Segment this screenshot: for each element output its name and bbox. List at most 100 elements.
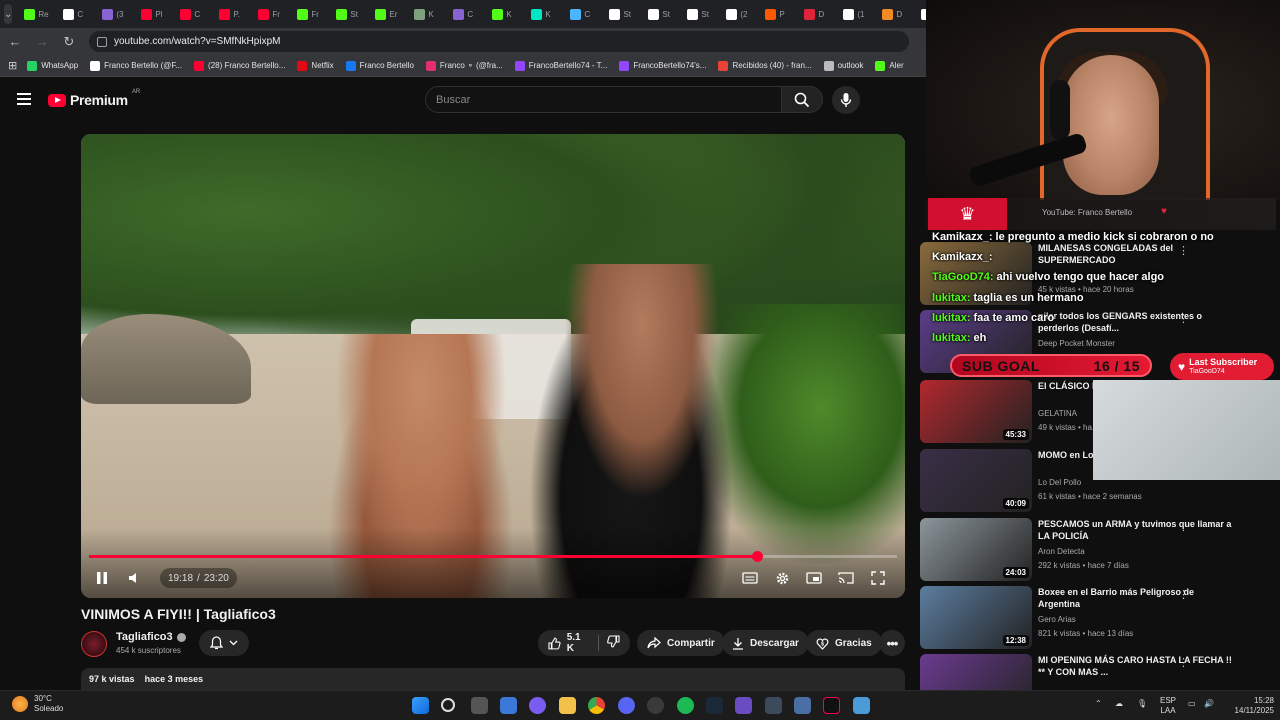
youtube-premium-logo[interactable]: Premium AR xyxy=(48,89,140,108)
tiktok-icon[interactable] xyxy=(823,697,840,714)
more-vertical-icon[interactable]: ⋮ xyxy=(1178,656,1189,669)
network-icon[interactable]: ▭ xyxy=(1188,699,1196,709)
volume-button[interactable] xyxy=(123,566,147,590)
apps-icon[interactable]: ⊞ xyxy=(8,59,17,72)
recommended-title[interactable]: MILANESAS CONGELADAS del SUPERMERCADO xyxy=(1038,242,1238,266)
more-actions-button[interactable]: ••• xyxy=(879,630,905,656)
app-icon[interactable] xyxy=(647,697,664,714)
search-icon[interactable] xyxy=(441,698,455,712)
browser-tab[interactable]: K xyxy=(410,3,447,25)
cast-button[interactable] xyxy=(834,566,858,590)
browser-tab[interactable]: (3 xyxy=(98,3,135,25)
bookmark-item[interactable]: Recibidos (40) - fran... xyxy=(718,60,812,71)
bookmark-item[interactable]: Franco Bertello (@F... xyxy=(90,60,182,71)
weather-widget[interactable]: 30°C Soleado xyxy=(12,694,63,714)
browser-tab[interactable]: D xyxy=(878,3,915,25)
subtitles-button[interactable] xyxy=(738,566,762,590)
cloud-icon[interactable]: ☁ xyxy=(1115,699,1123,709)
app-grid-icon[interactable] xyxy=(765,697,782,714)
tab-search-icon[interactable]: ⌄ xyxy=(4,4,13,24)
browser-tab[interactable]: St xyxy=(644,3,681,25)
search-input[interactable]: Buscar xyxy=(425,86,782,113)
task-view-icon[interactable] xyxy=(471,697,488,714)
notepad-icon[interactable] xyxy=(853,697,870,714)
browser-tab[interactable]: St xyxy=(683,3,720,25)
recommended-channel[interactable]: Gero Arias xyxy=(1038,615,1076,624)
browser-tab[interactable]: C xyxy=(176,3,213,25)
video-thumbnail[interactable]: 24:03 xyxy=(920,518,1032,581)
browser-tab[interactable]: Re xyxy=(20,3,57,25)
address-bar[interactable]: youtube.com/watch?v=SMfNkHpixpM xyxy=(89,31,909,52)
bookmark-item[interactable]: Aler xyxy=(875,60,904,71)
recommended-video[interactable]: 12:38 Boxee en el Barrio más Peligroso de… xyxy=(920,586,1260,650)
microphone-tray-icon[interactable]: 🎙 xyxy=(1137,699,1147,709)
video-player[interactable]: 19:18 / 23:20 xyxy=(81,134,905,598)
more-vertical-icon[interactable]: ⋮ xyxy=(1178,244,1189,257)
channel-avatar[interactable] xyxy=(81,631,107,657)
bookmark-item[interactable]: outlook xyxy=(823,60,863,71)
fullscreen-button[interactable] xyxy=(866,566,890,590)
remote-desktop-icon[interactable] xyxy=(794,697,811,714)
more-vertical-icon[interactable]: ⋮ xyxy=(1178,588,1189,601)
recommended-title[interactable]: Boxee en el Barrio más Peligroso de Arge… xyxy=(1038,586,1238,610)
recommended-title[interactable]: pilar todos los GENGARS existentes o per… xyxy=(1038,310,1238,334)
browser-tab[interactable]: P. xyxy=(215,3,252,25)
recommended-video[interactable]: 24:03 PESCAMOS un ARMA y tuvimos que llam… xyxy=(920,518,1260,582)
bookmark-item[interactable]: (28) Franco Bertello... xyxy=(194,60,285,71)
video-thumbnail[interactable]: 12:38 xyxy=(920,586,1032,649)
site-info-icon[interactable] xyxy=(97,36,107,47)
video-thumbnail[interactable]: 40:09 xyxy=(920,449,1032,512)
browser-tab[interactable]: C xyxy=(449,3,486,25)
search-button[interactable] xyxy=(781,86,823,113)
clock[interactable]: 15:28 14/11/2025 xyxy=(1226,696,1274,716)
more-vertical-icon[interactable]: ⋮ xyxy=(1178,312,1189,325)
forward-icon[interactable]: → xyxy=(30,30,54,54)
settings-button[interactable] xyxy=(770,566,794,590)
more-vertical-icon[interactable]: ⋮ xyxy=(1178,520,1189,533)
share-button[interactable]: Compartir xyxy=(637,630,725,656)
video-thumbnail[interactable]: 45:33 xyxy=(920,380,1032,443)
channel-name[interactable]: Tagliafico3 xyxy=(116,631,186,643)
steam-icon[interactable] xyxy=(706,697,723,714)
file-explorer-icon[interactable] xyxy=(559,697,576,714)
discord-icon[interactable] xyxy=(618,697,635,714)
show-hidden-icons[interactable]: ⌃ xyxy=(1095,699,1102,709)
download-button[interactable]: Descargar xyxy=(722,630,809,656)
recommended-channel[interactable]: Deep Pocket Monster xyxy=(1038,339,1115,348)
browser-tab[interactable]: C xyxy=(566,3,603,25)
menu-icon[interactable] xyxy=(17,93,31,105)
notifications-button[interactable] xyxy=(199,630,249,656)
browser-tab[interactable]: Fr xyxy=(254,3,291,25)
miniplayer-button[interactable] xyxy=(802,566,826,590)
browser-tab[interactable]: (1 xyxy=(839,3,876,25)
dislike-button[interactable] xyxy=(607,635,620,651)
thanks-button[interactable]: $ Gracias xyxy=(806,630,882,656)
bookmark-item[interactable]: Netflix xyxy=(297,60,334,71)
recommended-channel[interactable]: Aron Detecta xyxy=(1038,547,1085,556)
progress-bar[interactable] xyxy=(89,551,897,562)
back-icon[interactable]: ← xyxy=(3,30,27,54)
bookmark-item[interactable]: WhatsApp xyxy=(27,60,78,71)
bookmark-item[interactable]: Franco Bertello xyxy=(345,60,414,71)
browser-tab[interactable]: K xyxy=(488,3,525,25)
browser-tab[interactable]: D xyxy=(800,3,837,25)
browser-tab[interactable]: C xyxy=(59,3,96,25)
browser-tab[interactable]: (2 xyxy=(722,3,759,25)
bookmark-item[interactable]: FrancoBertello74 - T... xyxy=(514,60,607,71)
reload-icon[interactable]: ↻ xyxy=(57,30,81,54)
browser-tab[interactable]: P xyxy=(761,3,798,25)
recommended-title[interactable]: MI OPENING MÁS CARO HASTA LA FECHA !! **… xyxy=(1038,654,1238,678)
like-button[interactable]: 5.1 K xyxy=(548,632,590,654)
recommended-title[interactable]: PESCAMOS un ARMA y tuvimos que llamar a … xyxy=(1038,518,1238,542)
chrome-icon[interactable] xyxy=(588,697,605,714)
browser-tab[interactable]: (2 xyxy=(917,3,926,25)
browser-tab[interactable]: St xyxy=(332,3,369,25)
browser-tab[interactable]: Pl xyxy=(137,3,174,25)
app-triangle-icon[interactable] xyxy=(735,697,752,714)
spotify-icon[interactable] xyxy=(677,697,694,714)
bookmark-item[interactable]: Franco ⚬ (@fra... xyxy=(425,60,503,71)
app-circle-icon[interactable] xyxy=(529,697,546,714)
browser-tab[interactable]: St xyxy=(605,3,642,25)
recommended-channel[interactable]: Lo Del Pollo xyxy=(1038,478,1081,487)
windows-start-icon[interactable] xyxy=(412,697,429,714)
